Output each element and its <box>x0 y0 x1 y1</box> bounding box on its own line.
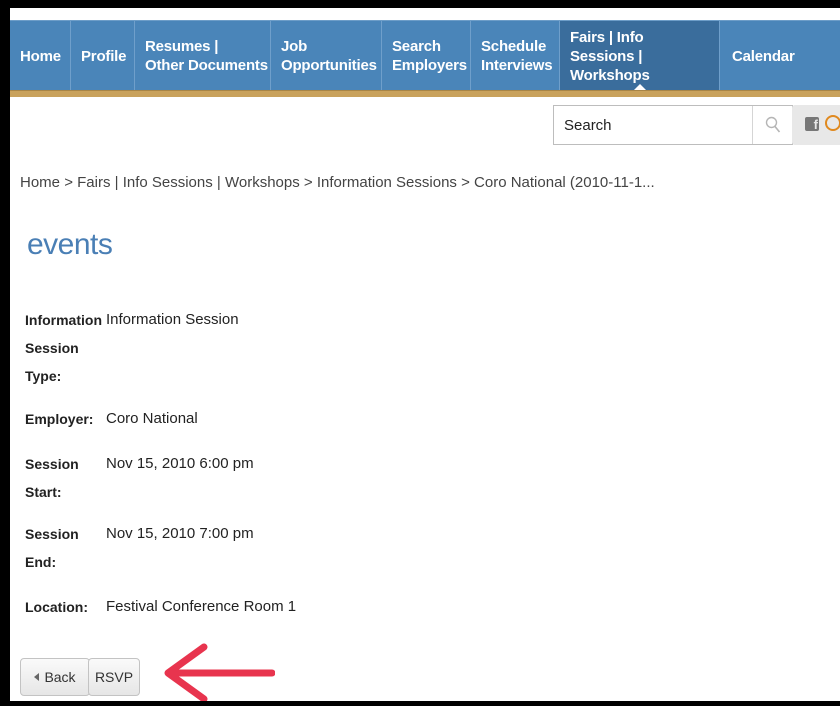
magnifier-icon <box>765 116 780 133</box>
session-end-value: Nov 15, 2010 7:00 pm <box>106 525 254 542</box>
search-button[interactable] <box>752 106 792 144</box>
employer-label: Employer: <box>25 411 94 427</box>
session-start-label: Session Start: <box>25 450 79 506</box>
breadcrumb-separator: > <box>303 174 313 191</box>
nav-item-fairs-info-sessions[interactable]: Fairs | Info Sessions | Workshops <box>560 21 720 91</box>
nav-item-label-line1: Fairs | Info <box>570 28 644 46</box>
breadcrumb: Home > Fairs | Info Sessions | Workshops… <box>20 174 655 191</box>
nav-item-label-line2: Other Documents <box>145 57 268 74</box>
session-start-value: Nov 15, 2010 6:00 pm <box>106 455 254 472</box>
nav-item-label-line1: Resumes | <box>145 38 219 55</box>
nav-item-calendar[interactable]: Calendar <box>720 21 840 91</box>
rsvp-button-label: RSVP <box>94 669 134 685</box>
nav-item-profile[interactable]: Profile <box>71 21 135 91</box>
label-line: Session <box>25 456 79 472</box>
nav-item-label-line2: Employers <box>392 57 467 74</box>
label-line: Information <box>25 312 102 328</box>
label-line: Start: <box>25 484 62 500</box>
label-line: Type: <box>25 368 62 384</box>
facebook-icon[interactable]: f <box>805 117 819 132</box>
breadcrumb-home[interactable]: Home <box>20 174 60 191</box>
back-button[interactable]: Back <box>20 658 90 696</box>
search-box <box>553 105 793 145</box>
session-type-value: Information Session <box>106 311 239 328</box>
nav-item-label-line1: Schedule <box>481 38 547 55</box>
annotation-arrow-icon <box>164 643 275 701</box>
breadcrumb-current: Coro National (2010-11-1... <box>474 174 655 191</box>
breadcrumb-information-sessions[interactable]: Information Sessions <box>317 174 457 191</box>
location-value: Festival Conference Room 1 <box>106 598 297 615</box>
nav-item-home[interactable]: Home <box>10 21 71 91</box>
nav-item-search-employers[interactable]: Search Employers <box>382 21 471 91</box>
nav-item-label-line2: Opportunities <box>281 57 377 74</box>
nav-item-schedule-interviews[interactable]: Schedule Interviews <box>471 21 560 91</box>
back-arrow-icon <box>34 673 40 681</box>
nav-item-resumes[interactable]: Resumes | Other Documents <box>135 21 271 91</box>
nav-item-label-line2: Sessions | Workshops <box>570 47 650 84</box>
breadcrumb-separator: > <box>461 174 470 191</box>
label-line: Session <box>25 340 79 356</box>
nav-item-job-opportunities[interactable]: Job Opportunities <box>271 21 382 91</box>
search-input[interactable] <box>554 106 750 144</box>
nav-item-label: Home <box>20 47 61 65</box>
nav-underline-bar <box>10 90 840 97</box>
rss-icon[interactable] <box>825 115 840 131</box>
session-end-label: Session End: <box>25 520 79 576</box>
nav-item-label-line1: Search <box>392 38 441 55</box>
breadcrumb-fairs[interactable]: Fairs | Info Sessions | Workshops <box>77 174 300 191</box>
employer-value: Coro National <box>106 410 198 427</box>
breadcrumb-separator: > <box>64 174 73 191</box>
main-nav: Home Profile Resumes | Other Documents J… <box>10 20 840 91</box>
nav-item-label: Profile <box>81 47 127 65</box>
nav-item-label-line2: Interviews <box>481 57 553 74</box>
label-line: Session <box>25 526 79 542</box>
page-frame: Home Profile Resumes | Other Documents J… <box>10 8 840 701</box>
label-line: End: <box>25 554 57 570</box>
session-type-label: Information Session Type: <box>25 306 102 390</box>
location-label: Location: <box>25 599 88 615</box>
social-links: f <box>792 105 840 145</box>
rsvp-button[interactable]: RSVP <box>88 658 140 696</box>
page-title: events <box>27 228 113 261</box>
nav-item-label-line1: Job <box>281 38 308 55</box>
back-button-label: Back <box>44 669 76 685</box>
nav-item-label: Calendar <box>732 47 795 65</box>
